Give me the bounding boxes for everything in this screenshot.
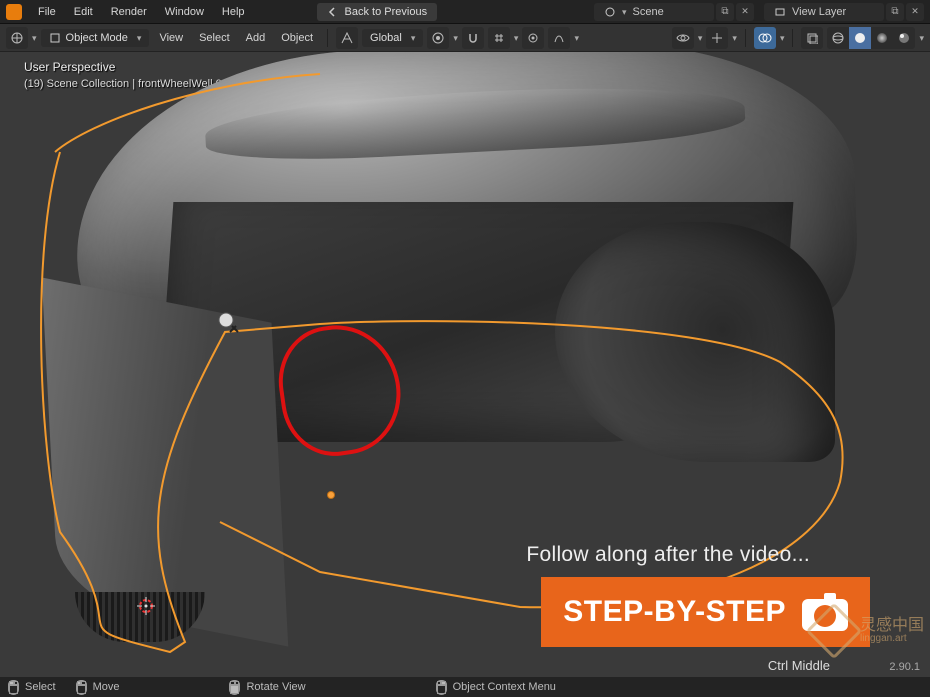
chevron-down-icon bbox=[919, 32, 924, 44]
banner-caption: Follow along after the video... bbox=[526, 543, 810, 567]
scene-name: Scene bbox=[633, 6, 664, 18]
overlays-toggle-button[interactable] bbox=[754, 27, 776, 49]
menu-object[interactable]: Object bbox=[275, 29, 319, 47]
menu-file[interactable]: File bbox=[30, 2, 64, 22]
eye-icon bbox=[676, 32, 690, 44]
status-rotate: Rotate View bbox=[229, 680, 305, 695]
status-select: Select bbox=[8, 680, 56, 695]
orientation-label: Global bbox=[370, 32, 402, 44]
menu-view[interactable]: View bbox=[153, 29, 189, 47]
viewlayer-icon bbox=[774, 6, 786, 18]
grid-snap-icon bbox=[493, 32, 505, 44]
nav-hint-label: Ctrl Middle bbox=[768, 658, 830, 673]
mode-label: Object Mode bbox=[66, 32, 128, 44]
blender-logo-icon bbox=[6, 4, 22, 20]
status-rotate-label: Rotate View bbox=[246, 681, 305, 693]
matprev-sphere-icon bbox=[875, 31, 889, 45]
chevron-down-icon bbox=[453, 32, 458, 44]
status-context-label: Object Context Menu bbox=[453, 681, 556, 693]
viewlayer-name: View Layer bbox=[792, 6, 846, 18]
chevron-down-icon bbox=[411, 32, 416, 44]
top-menubar: File Edit Render Window Help Back to Pre… bbox=[0, 0, 930, 24]
mouse-middle-icon bbox=[229, 680, 240, 695]
orientation-dropdown[interactable]: Global bbox=[362, 29, 423, 47]
pivot-button[interactable] bbox=[427, 27, 449, 49]
falloff-button[interactable] bbox=[548, 27, 570, 49]
scene-copy-button[interactable] bbox=[716, 3, 734, 21]
axes-icon bbox=[340, 31, 354, 45]
menu-select[interactable]: Select bbox=[193, 29, 236, 47]
object-mode-icon bbox=[49, 32, 61, 44]
magnet-icon bbox=[467, 32, 479, 44]
xray-button[interactable] bbox=[801, 27, 823, 49]
watermark-line2: linggan.art bbox=[860, 634, 924, 644]
status-select-label: Select bbox=[25, 681, 56, 693]
menu-add[interactable]: Add bbox=[240, 29, 272, 47]
rendered-sphere-icon bbox=[897, 31, 911, 45]
back-to-previous-label: Back to Previous bbox=[345, 6, 428, 18]
mouse-right-icon bbox=[436, 680, 447, 695]
wire-sphere-icon bbox=[831, 31, 845, 45]
watermark-line1: 灵感中国 bbox=[860, 618, 924, 634]
editor-type-button[interactable] bbox=[6, 27, 28, 49]
viewlayer-selector[interactable]: View Layer bbox=[764, 3, 884, 21]
xray-icon bbox=[806, 32, 818, 44]
chevron-down-icon bbox=[137, 32, 142, 44]
transform-orientation-button[interactable] bbox=[336, 27, 358, 49]
proportional-edit-button[interactable] bbox=[522, 27, 544, 49]
menu-edit[interactable]: Edit bbox=[66, 2, 101, 22]
3d-viewport[interactable]: User Perspective (19) Scene Collection |… bbox=[0, 52, 930, 677]
status-move-label: Move bbox=[93, 681, 120, 693]
object-origin-dot bbox=[328, 492, 334, 498]
watermark: 灵感中国 linggan.art bbox=[814, 611, 924, 651]
back-arrow-icon bbox=[327, 6, 339, 18]
mouse-left-icon bbox=[8, 680, 19, 695]
shading-solid-button[interactable] bbox=[849, 27, 871, 49]
scene-icon bbox=[604, 6, 616, 18]
version-label: 2.90.1 bbox=[889, 661, 920, 673]
chevron-down-icon bbox=[32, 32, 37, 44]
overlay-circles-icon bbox=[758, 32, 772, 44]
scene-selector[interactable]: Scene bbox=[594, 3, 714, 21]
chevron-down-icon bbox=[732, 32, 737, 44]
status-context: Object Context Menu bbox=[436, 680, 556, 695]
chevron-down-icon bbox=[698, 32, 703, 44]
shading-mode-group bbox=[827, 27, 915, 49]
gizmo-icon bbox=[711, 32, 723, 44]
chevron-down-icon bbox=[622, 6, 627, 18]
viewlayer-close-button[interactable] bbox=[906, 3, 924, 21]
chevron-down-icon bbox=[780, 32, 785, 44]
scene-close-button[interactable] bbox=[736, 3, 754, 21]
viewport-header: Object Mode View Select Add Object Globa… bbox=[0, 24, 930, 52]
snap-target-button[interactable] bbox=[488, 27, 510, 49]
snap-button[interactable] bbox=[462, 27, 484, 49]
back-to-previous-button[interactable]: Back to Previous bbox=[317, 3, 438, 21]
shading-matprev-button[interactable] bbox=[871, 27, 893, 49]
status-bar: Select Move Rotate View Object Context M… bbox=[0, 677, 930, 697]
show-gizmo-button[interactable] bbox=[706, 27, 728, 49]
cta-label: STEP-BY-STEP bbox=[563, 595, 786, 629]
status-move: Move bbox=[76, 680, 120, 695]
viewlayer-copy-button[interactable] bbox=[886, 3, 904, 21]
menu-render[interactable]: Render bbox=[103, 2, 155, 22]
mouse-left-icon bbox=[76, 680, 87, 695]
menu-help[interactable]: Help bbox=[214, 2, 253, 22]
grid-nav-icon bbox=[10, 31, 24, 45]
show-overlays-button[interactable] bbox=[672, 27, 694, 49]
watermark-hex-icon bbox=[806, 603, 863, 660]
pivot-icon bbox=[432, 32, 444, 44]
chevron-down-icon bbox=[514, 32, 519, 44]
solid-sphere-icon bbox=[853, 31, 867, 45]
proportional-icon bbox=[527, 32, 539, 44]
curve-icon bbox=[553, 32, 565, 44]
shading-rendered-button[interactable] bbox=[893, 27, 915, 49]
chevron-down-icon bbox=[574, 32, 579, 44]
menu-window[interactable]: Window bbox=[157, 2, 212, 22]
shading-wireframe-button[interactable] bbox=[827, 27, 849, 49]
mode-dropdown[interactable]: Object Mode bbox=[41, 29, 150, 47]
